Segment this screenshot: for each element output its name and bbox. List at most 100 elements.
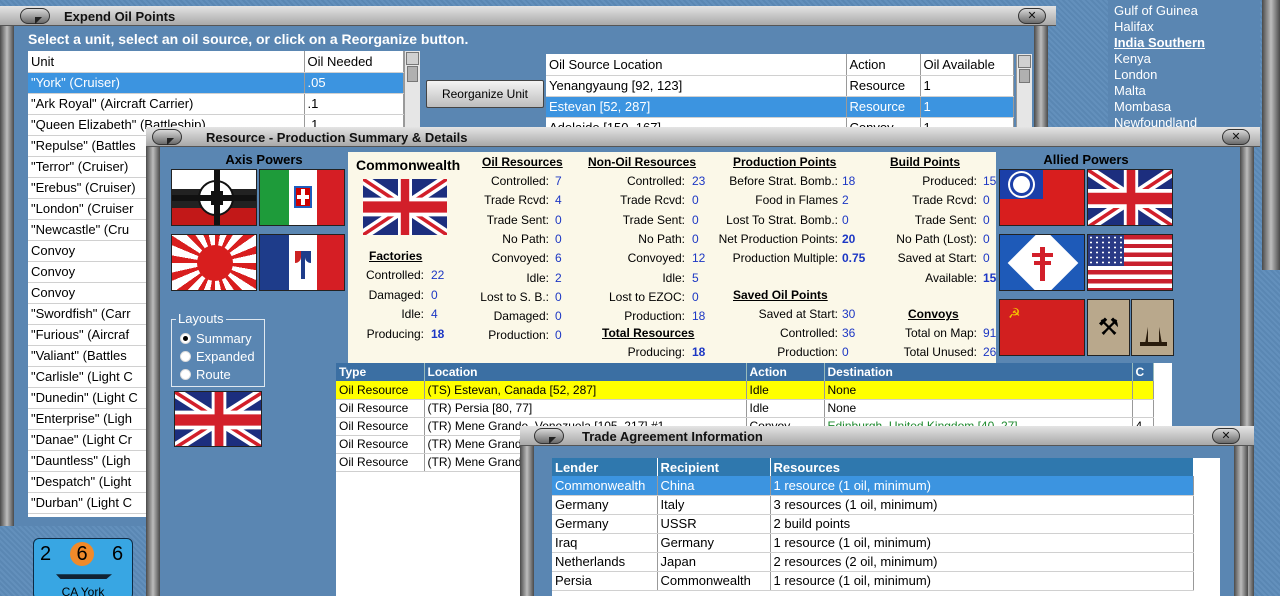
- oil-source-row[interactable]: Estevan [52, 287] Resource 1: [546, 96, 1014, 118]
- layout-option-label: Summary: [196, 331, 252, 346]
- trade-titlebar[interactable]: Trade Agreement Information ✕: [520, 426, 1254, 446]
- nonoil-value: 0: [692, 231, 699, 246]
- location-list-item[interactable]: Mombasa: [1114, 99, 1171, 114]
- location-column-header[interactable]: Location: [424, 363, 747, 381]
- japan-flag[interactable]: [171, 234, 257, 291]
- germany-flag[interactable]: [171, 169, 257, 226]
- trade-row[interactable]: Germany USSR 2 build points: [552, 514, 1194, 534]
- oil-value: 0: [555, 309, 562, 324]
- location-list-item[interactable]: London: [1114, 67, 1157, 82]
- radio-icon[interactable]: [180, 351, 191, 362]
- radio-icon[interactable]: [180, 333, 191, 344]
- unit-row[interactable]: "Ark Royal" (Aircraft Carrier) .1: [28, 93, 404, 115]
- unit-name: "Ark Royal" (Aircraft Carrier): [28, 93, 305, 115]
- location-list-scrollbar[interactable]: [1262, 0, 1280, 270]
- destination-column-header[interactable]: Destination: [824, 363, 1133, 381]
- scroll-up-icon[interactable]: [1018, 55, 1031, 68]
- resource-titlebar[interactable]: Resource - Production Summary & Details …: [146, 127, 1260, 147]
- oil-source-row[interactable]: Yenangyaung [92, 123] Resource 1: [546, 75, 1014, 97]
- saved-value: 0: [842, 345, 849, 359]
- vichy-france-flag[interactable]: [259, 234, 345, 291]
- build-section-title: Build Points: [890, 155, 960, 169]
- nonoil-label: Controlled:: [626, 174, 685, 188]
- layout-option-expanded[interactable]: Expanded: [180, 348, 255, 366]
- build-value: 0: [983, 251, 990, 266]
- prod-value: 0.75: [842, 251, 866, 266]
- nonoil-label: Lost to EZOC:: [608, 289, 685, 304]
- oil-label: Lost to S. B.:: [480, 289, 549, 304]
- trade-row[interactable]: Iraq Germany 1 resource (1 oil, minimum): [552, 533, 1194, 553]
- total-section-title: Total Resources: [602, 326, 695, 340]
- trade-row[interactable]: Commonwealth China 1 resource (1 oil, mini…: [552, 476, 1194, 496]
- radio-icon[interactable]: [180, 369, 191, 380]
- source-action: Resource: [846, 96, 921, 118]
- action-column-header[interactable]: Action: [746, 363, 825, 381]
- factories-value: 4: [431, 307, 438, 321]
- trade-lender: Iraq: [552, 533, 658, 553]
- nonoil-value: 0: [692, 193, 699, 208]
- resources-column-header[interactable]: Resources: [770, 458, 1194, 476]
- trade-recipient: Commonwealth: [657, 571, 771, 591]
- c-column-header[interactable]: C: [1132, 363, 1154, 381]
- build-label: Produced:: [922, 174, 977, 188]
- location-list-item[interactable]: Gulf of Guinea: [1114, 3, 1198, 18]
- oil-needed-column-header[interactable]: Oil Needed: [304, 51, 404, 73]
- ussr-flag[interactable]: ☭: [999, 299, 1085, 356]
- close-icon[interactable]: ✕: [1222, 129, 1250, 145]
- trade-row[interactable]: Germany Italy 3 resources (1 oil, minimum): [552, 495, 1194, 515]
- expend-oil-titlebar[interactable]: Expend Oil Points ✕: [0, 6, 1056, 26]
- resource-detail-row[interactable]: Oil Resource (TR) Persia [80, 77] Idle None: [336, 399, 1154, 418]
- unit-column-header[interactable]: Unit: [28, 51, 305, 73]
- scroll-thumb[interactable]: [1019, 69, 1030, 83]
- prod-value: 2: [842, 193, 849, 208]
- oil-derrick-icon[interactable]: [1131, 299, 1174, 356]
- commonwealth-flag: [363, 179, 447, 235]
- type-column-header[interactable]: Type: [336, 363, 425, 381]
- source-scrollbar[interactable]: [1016, 54, 1032, 128]
- layout-option-route[interactable]: Route: [180, 366, 255, 384]
- build-value: 0: [983, 212, 990, 227]
- oil-value: 4: [555, 193, 562, 208]
- prod-label: Food in Flames: [755, 193, 838, 208]
- location-list-item[interactable]: Malta: [1114, 83, 1146, 98]
- build-label: Trade Sent:: [914, 212, 977, 227]
- trade-row[interactable]: Persia Commonwealth 1 resource (1 oil, min…: [552, 571, 1194, 591]
- oil-label: Controlled:: [490, 174, 549, 188]
- detail-loc: (TR) Persia [80, 77]: [424, 399, 747, 418]
- scroll-up-icon[interactable]: [406, 52, 419, 65]
- location-list-item[interactable]: Kenya: [1114, 51, 1151, 66]
- resource-detail-row[interactable]: Oil Resource (TS) Estevan, Canada [52, 28…: [336, 381, 1154, 400]
- trade-row[interactable]: Netherlands Japan 2 resources (2 oil, mini…: [552, 552, 1194, 572]
- convoys-label: Total on Map:: [904, 326, 977, 340]
- usa-flag[interactable]: [1087, 234, 1173, 291]
- unit-row[interactable]: "York" (Cruiser) .05: [28, 72, 404, 94]
- source-location-header[interactable]: Oil Source Location: [546, 54, 847, 76]
- reorganize-unit-button[interactable]: Reorganize Unit: [426, 80, 544, 108]
- unit-counter-ca-york[interactable]: 2 6 6 CA York: [33, 538, 133, 596]
- lender-column-header[interactable]: Lender: [552, 458, 658, 476]
- prod-value: 20: [842, 231, 856, 246]
- collapse-icon[interactable]: [534, 428, 564, 444]
- source-action-header[interactable]: Action: [846, 54, 921, 76]
- collapse-icon[interactable]: [20, 8, 50, 24]
- china-flag[interactable]: [999, 169, 1085, 226]
- free-france-flag[interactable]: [999, 234, 1085, 291]
- oil-value: 2: [555, 270, 562, 285]
- collapse-icon[interactable]: [152, 129, 182, 145]
- convoys-label: Total Unused:: [903, 345, 977, 359]
- trade-agreement-window: Trade Agreement Information ✕ Lender Rec…: [520, 426, 1254, 596]
- source-location: Yenangyaung [92, 123]: [546, 75, 847, 97]
- source-available-header[interactable]: Oil Available: [920, 54, 1014, 76]
- oil-label: Production:: [488, 328, 549, 343]
- uk-flag[interactable]: [1087, 169, 1173, 226]
- italy-flag[interactable]: [259, 169, 345, 226]
- scroll-thumb[interactable]: [407, 66, 418, 82]
- close-icon[interactable]: ✕: [1212, 428, 1240, 444]
- recipient-column-header[interactable]: Recipient: [657, 458, 771, 476]
- layout-option-summary[interactable]: Summary: [180, 330, 255, 348]
- location-list-item[interactable]: India Southern: [1114, 35, 1205, 50]
- location-list-item[interactable]: Halifax: [1114, 19, 1154, 34]
- close-icon[interactable]: ✕: [1018, 8, 1046, 24]
- build-label: Saved at Start:: [897, 251, 977, 266]
- mining-icon[interactable]: ⚒: [1087, 299, 1130, 356]
